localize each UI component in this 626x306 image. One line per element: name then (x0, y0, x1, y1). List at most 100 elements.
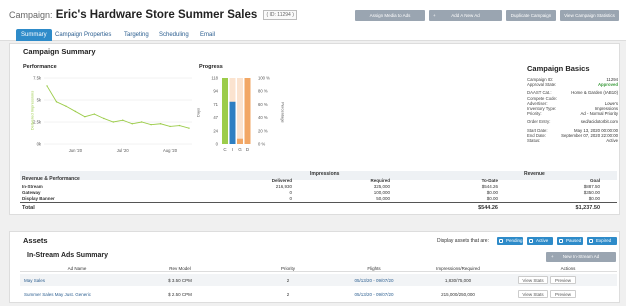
perf-data-point (65, 105, 67, 107)
revenue-table-body: In-Stream 216,930 325,000 $544.26 $887.50 Gat… (20, 184, 617, 216)
progress-bar-g (237, 138, 243, 144)
revenue-row-required: 50,000 (376, 196, 390, 201)
basics-row: Priority: Ad - Normal Priority (527, 111, 618, 117)
progress-xtick-label: D (246, 147, 250, 152)
view-stats-button[interactable]: View Stats (518, 290, 548, 298)
perf-data-point (178, 124, 181, 127)
tab-campaign-properties[interactable]: Campaign Properties (50, 29, 116, 41)
checkbox-icon (499, 239, 503, 243)
progress-ytick-label: 94 (213, 89, 218, 94)
progress-ytick-label: 24 (213, 128, 218, 133)
plus-icon: + (551, 254, 554, 259)
progress-title: Progress (199, 64, 223, 70)
duplicate-campaign-button[interactable]: Duplicate Campaign (506, 10, 556, 21)
perf-data-point (150, 123, 152, 126)
progress-y2tick-label: 20 % (258, 128, 268, 133)
basics-key: Approval State: (527, 82, 557, 88)
perf-ytick-label: 0k (37, 142, 42, 147)
campaign-summary-title: Campaign Summary (23, 47, 96, 56)
progress-bar-track (237, 78, 243, 144)
perf-data-point (131, 123, 133, 125)
perf-data-point (169, 125, 171, 128)
campaign-name: Eric's Hardware Store Summer Sales (55, 9, 258, 21)
tab-scheduling[interactable]: Scheduling (154, 29, 194, 41)
perf-data-point (84, 116, 86, 118)
plus-icon: + (433, 13, 436, 18)
ad-rev-model: $ 3.50 CPM (168, 278, 192, 283)
col-rev-model: Rev Model (169, 266, 191, 271)
revenue-row-goal: $0.00 (588, 196, 600, 201)
ad-impressions: 1,830/75,000 (444, 278, 472, 283)
checkbox-icon (589, 239, 593, 243)
new-instream-ad-button[interactable]: + New In-Stream Ad (546, 252, 616, 262)
progress-bar-i (229, 101, 236, 144)
progress-y2tick-label: 80 % (258, 89, 268, 94)
required-header: Required (370, 178, 390, 183)
filter-active[interactable]: Active (527, 237, 553, 245)
campaign-basics-title: Campaign Basics (527, 64, 590, 73)
filter-paused[interactable]: Paused (557, 237, 583, 245)
perf-data-point (46, 85, 48, 87)
progress-y2tick-label: 60 % (258, 102, 268, 107)
perf-ytick-label: 5k (37, 98, 42, 103)
progress-bar-d (244, 78, 251, 144)
basics-row: Status: Active (527, 138, 618, 144)
revenue-row-delivered: 0 (289, 190, 292, 195)
revenue-row-todate: $544.26 (481, 184, 498, 189)
progress-chart: 118 100 % 94 80 % 71 60 % 47 40 % 24 20 % 0 0 % CIG… (211, 76, 270, 153)
revenue-row-required: 325,000 (373, 184, 390, 189)
perf-data-point (93, 113, 96, 115)
ad-name-link[interactable]: May Sales (24, 278, 45, 283)
campaign-basics-list: Campaign ID: 11294 Approval State: Approved… (527, 77, 618, 157)
ads-table-header-row (20, 265, 617, 272)
col-impressions-required: Impressions/Required (436, 266, 480, 271)
total-divider (20, 202, 617, 203)
revenue-group-header: Revenue (524, 171, 545, 177)
perf-data-point (122, 119, 124, 121)
ad-impressions: 215,000/250,000 (441, 292, 475, 297)
preview-button[interactable]: Preview (550, 290, 576, 298)
perf-xtick-label: Jun '20 (69, 148, 83, 153)
basics-value: sed/acidotorbit.com (580, 119, 618, 125)
basics-key: Order Entry: (527, 119, 551, 125)
revenue-row-delivered: 0 (289, 196, 292, 201)
performance-title: Performance (23, 64, 57, 70)
progress-y2label: Percentage (280, 102, 286, 123)
perf-data-point (188, 127, 190, 129)
instream-ads-summary-title: In-Stream Ads Summary (27, 252, 109, 259)
perf-data-point (112, 121, 114, 123)
tab-email[interactable]: Email (195, 29, 220, 41)
impressions-group-header: Impressions (310, 171, 340, 177)
perf-data-point (74, 110, 77, 113)
view-stats-button[interactable]: View Stats (518, 276, 548, 284)
filter-expired[interactable]: Expired (587, 237, 617, 245)
assign-media-button[interactable]: Assign Media to Ads (355, 10, 425, 21)
tab-summary[interactable]: Summary (16, 29, 52, 41)
revenue-row-todate: $0.00 (486, 196, 498, 201)
revenue-row-goal: $350.00 (583, 190, 600, 195)
assets-title: Assets (23, 236, 48, 245)
perf-data-point (159, 123, 162, 125)
page-title: Campaign: Eric's Hardware Store Summer S… (9, 9, 297, 21)
revenue-row-todate: $0.00 (486, 190, 498, 195)
view-campaign-statistics-button[interactable]: View Campaign Statistics (560, 10, 619, 21)
revenue-row-name: In-Stream (22, 184, 43, 189)
col-flights: Flights (367, 266, 381, 271)
perf-data-point (140, 121, 143, 123)
ad-name-link[interactable]: Summer Sales May Just. Generic (24, 292, 91, 297)
perf-xtick-label: Aug '20 (163, 148, 178, 153)
tab-targeting[interactable]: Targeting (119, 29, 154, 41)
progress-xtick-label: G (238, 147, 242, 152)
preview-button[interactable]: Preview (550, 276, 576, 284)
progress-y2tick-label: 100 % (258, 76, 270, 81)
perf-data-point (103, 117, 105, 120)
col-ad-name: Ad Name (67, 266, 87, 271)
perf-ytick-label: 7.5k (33, 76, 42, 81)
filter-pending[interactable]: Pending (497, 237, 523, 245)
add-new-ad-button[interactable]: + Add A New Ad (429, 10, 502, 21)
delivered-header: Delivered (271, 178, 292, 183)
ad-rev-model: $ 2.50 CPM (168, 292, 192, 297)
revenue-performance-header: Revenue & Performance (22, 176, 80, 182)
campaign-id-tag: ( ID: 11294 ) (263, 9, 297, 20)
perf-data-point (55, 101, 58, 103)
